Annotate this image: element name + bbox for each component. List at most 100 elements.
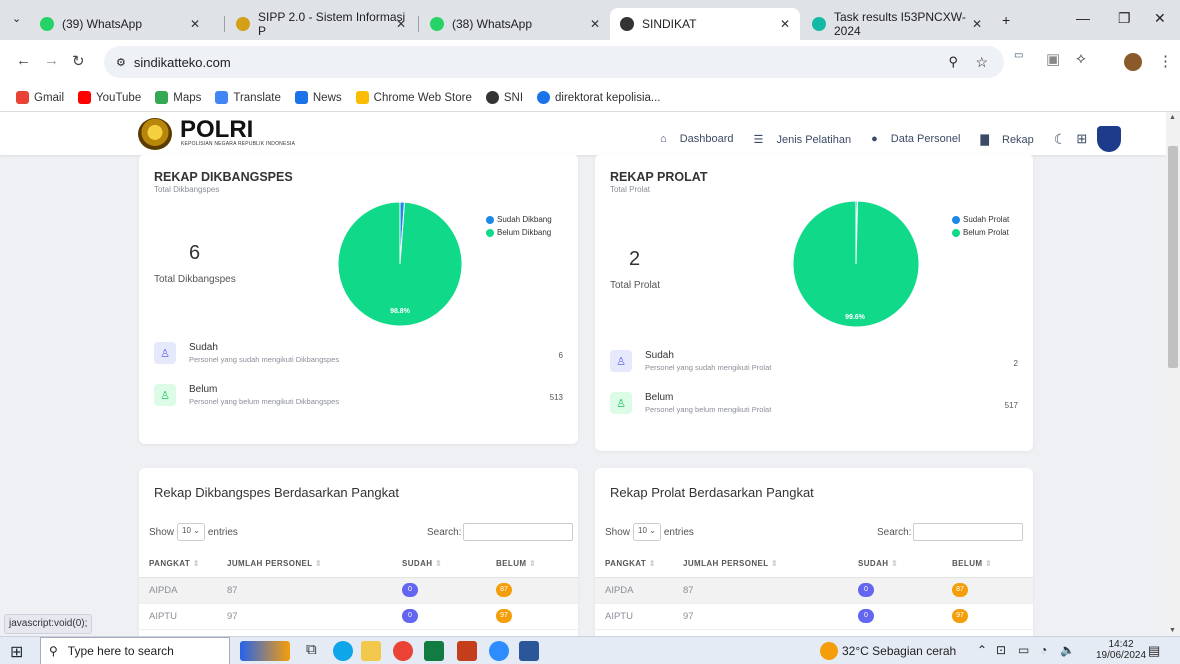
weather-text[interactable]: 32°C Sebagian cerah (842, 644, 956, 658)
legend-item-sudah[interactable]: Sudah Dikbang (486, 215, 552, 224)
close-tab-icon[interactable]: ✕ (396, 17, 406, 31)
search-icon: ⚲ (49, 644, 58, 658)
forward-icon[interactable]: → (44, 52, 59, 69)
extensions-puzzle-icon[interactable]: ⟡ (1076, 50, 1086, 67)
whatsapp-icon (40, 17, 54, 31)
tab-label: (38) WhatsApp (452, 17, 533, 31)
extension-icon[interactable]: ▣ (1046, 50, 1060, 68)
chrome-icon[interactable] (393, 641, 413, 661)
window-close-icon[interactable]: ✕ (1154, 10, 1166, 27)
close-tab-icon[interactable]: ✕ (972, 17, 982, 31)
wifi-icon[interactable]: ◔ (1040, 643, 1047, 657)
close-tab-icon[interactable]: ✕ (780, 17, 790, 31)
dark-mode-icon[interactable]: ☾ (1054, 131, 1067, 148)
user-icon: ♙ (154, 342, 176, 364)
column-header[interactable]: SUDAH ⇕ (392, 551, 486, 578)
user-icon: ● (871, 133, 881, 145)
bookmark-direktorat[interactable]: direktorat kepolisia... (537, 91, 661, 104)
zoom-icon[interactable] (489, 641, 509, 661)
edge-icon[interactable] (333, 641, 353, 661)
close-tab-icon[interactable]: ✕ (190, 17, 200, 31)
tab-sindikat[interactable]: SINDIKAT ✕ (610, 8, 800, 40)
entries-select[interactable]: 10 ⌄ (177, 523, 205, 541)
tab-sipp[interactable]: SIPP 2.0 - Sistem Informasi P ✕ (226, 8, 416, 40)
bookmark-sni[interactable]: SNI (485, 91, 523, 104)
belum-description: Personel yang belum mengikuti Prolat (645, 405, 772, 414)
file-explorer-icon[interactable] (361, 641, 381, 661)
entries-select[interactable]: 10 ⌄ (633, 523, 661, 541)
column-header[interactable]: SUDAH ⇕ (848, 551, 942, 578)
tray-app-icon[interactable]: ⊡ (996, 643, 1006, 657)
tray-chevron-icon[interactable]: ⌃ (977, 643, 987, 657)
bookmark-gmail[interactable]: Gmail (16, 91, 64, 104)
tab-task-results[interactable]: Task results I53PNCXW-2024 ✕ (802, 8, 992, 40)
bookmark-chrome-web-store[interactable]: Chrome Web Store (355, 91, 472, 104)
legend-item-belum[interactable]: Belum Prolat (952, 228, 1009, 237)
bookmark-star-icon[interactable]: ☆ (975, 54, 988, 71)
restore-icon[interactable]: ❐ (1118, 10, 1131, 27)
profile-avatar[interactable] (1124, 53, 1142, 71)
nav-rekap[interactable]: ▇ Rekap (980, 133, 1043, 146)
back-icon[interactable]: ← (16, 52, 31, 69)
card-rekap-prolat: REKAP PROLAT Total Prolat 2 Total Prolat… (595, 154, 1033, 451)
taskbar-search[interactable]: ⚲ Type here to search (40, 637, 230, 664)
notifications-icon[interactable]: ▤ (1148, 643, 1160, 659)
hummingbird-icon[interactable] (240, 641, 290, 661)
legend-item-sudah[interactable]: Sudah Prolat (952, 215, 1009, 224)
column-header[interactable]: PANGKAT ⇕ (139, 551, 217, 578)
windows-start-icon[interactable]: ⊞ (10, 642, 23, 662)
tab-whatsapp-38[interactable]: (38) WhatsApp ✕ (420, 8, 610, 40)
close-tab-icon[interactable]: ✕ (590, 17, 600, 31)
column-header[interactable]: JUMLAH PERSONEL ⇕ (217, 551, 392, 578)
pie-slice-belum-prolat[interactable] (793, 201, 920, 328)
nav-dashboard[interactable]: ⌂ Dashboard (660, 133, 744, 145)
belum-title: Belum (645, 392, 674, 403)
sudah-badge: 0 (402, 583, 418, 597)
tab-label: Task results I53PNCXW-2024 (834, 10, 966, 38)
belum-value: 517 (1004, 401, 1018, 410)
search-placeholder: Type here to search (67, 644, 174, 658)
column-header[interactable]: JUMLAH PERSONEL ⇕ (673, 551, 848, 578)
site-info-icon[interactable]: ⚙ (116, 56, 126, 69)
page-scrollbar[interactable]: ▲ ▼ (1166, 112, 1180, 636)
site-navbar: POLRI KEPOLISIAN NEGARA REPUBLIK INDONES… (0, 112, 1166, 155)
word-icon[interactable] (519, 641, 539, 661)
table-row: AIPDA 87 0 87 (595, 577, 1033, 604)
minimize-icon[interactable]: — (1076, 10, 1090, 26)
search-input[interactable] (913, 523, 1024, 541)
volume-icon[interactable]: 🔈 (1060, 643, 1075, 657)
column-header[interactable]: BELUM ⇕ (942, 551, 1033, 578)
clock-date: 19/06/2024 (1096, 650, 1147, 661)
reload-icon[interactable]: ↻ (72, 52, 85, 70)
new-feature-icon[interactable]: ▭ (1014, 50, 1023, 61)
zoom-icon[interactable]: ⚲ (948, 54, 958, 70)
bookmark-translate[interactable]: Translate (215, 91, 281, 104)
new-tab-icon[interactable]: + (1002, 12, 1010, 28)
address-bar[interactable]: ⚙ sindikatteko.com ⚲ ☆ (104, 46, 1004, 78)
bookmark-news[interactable]: News (294, 91, 342, 104)
bookmark-youtube[interactable]: YouTube (78, 91, 141, 104)
column-header[interactable]: BELUM ⇕ (486, 551, 578, 578)
tab-whatsapp-39[interactable]: (39) WhatsApp ✕ (30, 8, 210, 40)
powerpoint-icon[interactable] (457, 641, 477, 661)
scrollbar-thumb[interactable] (1168, 146, 1178, 368)
tab-search-icon[interactable]: ⌄ (12, 12, 21, 25)
belum-badge: 97 (496, 609, 512, 623)
clock[interactable]: 14:42 19/06/2024 (1096, 639, 1146, 661)
clock-time: 14:42 (1108, 639, 1134, 650)
user-icon: ♙ (154, 384, 176, 406)
battery-icon[interactable]: ▭ (1018, 643, 1029, 657)
user-shield-avatar[interactable] (1097, 126, 1122, 152)
nav-jenis-pelatihan[interactable]: ☰ Jenis Pelatihan (754, 133, 862, 146)
sudah-badge: 0 (402, 609, 418, 623)
task-view-icon[interactable]: ⧉ (306, 641, 326, 661)
search-input[interactable] (463, 523, 574, 541)
column-header[interactable]: PANGKAT ⇕ (595, 551, 673, 578)
nav-data-personel[interactable]: ● Data Personel (871, 133, 970, 145)
legend-item-belum[interactable]: Belum Dikbang (486, 228, 552, 237)
excel-icon[interactable] (424, 641, 444, 661)
menu-kebab-icon[interactable]: ⋮ (1158, 52, 1173, 70)
sudah-badge: 0 (858, 583, 874, 597)
bookmark-maps[interactable]: Maps (155, 91, 201, 104)
grid-apps-icon[interactable]: ⊞ (1076, 131, 1087, 147)
